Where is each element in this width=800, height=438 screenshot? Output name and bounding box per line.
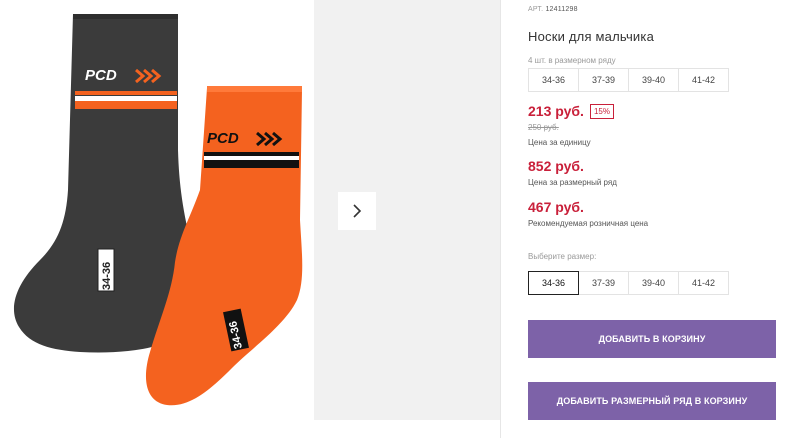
size-picker: 34-36 37-39 39-40 41-42 (528, 271, 729, 295)
range-price-caption: Цена за размерный ряд (528, 178, 617, 187)
size-option-34-36[interactable]: 34-36 (528, 271, 579, 295)
sock-logo-orange: PCD (207, 130, 239, 147)
panel-divider (500, 0, 501, 438)
range-size-39-40: 39-40 (628, 68, 679, 92)
add-range-to-cart-button[interactable]: ДОБАВИТЬ РАЗМЕРНЫЙ РЯД В КОРЗИНУ (528, 382, 776, 420)
product-gallery: PCD 34-36 PCD 34-36 (0, 0, 500, 438)
next-image-button[interactable] (338, 192, 376, 230)
sock-size-tag-dark: 34-36 (101, 262, 113, 290)
unit-price-caption: Цена за единицу (528, 138, 591, 147)
old-price: 250 руб. (528, 123, 559, 132)
range-size-37-39: 37-39 (578, 68, 629, 92)
range-size-41-42: 41-42 (678, 68, 729, 92)
size-picker-label: Выберите размер: (528, 252, 597, 261)
unit-price-row: 213 руб. 15% (528, 103, 614, 119)
size-option-39-40[interactable]: 39-40 (628, 271, 679, 295)
unit-price: 213 руб. (528, 103, 584, 119)
chevron-right-icon (353, 204, 362, 218)
article-number: АРТ. 12411298 (528, 6, 578, 13)
product-photo: PCD 34-36 PCD 34-36 (13, 14, 303, 406)
article-value: 12411298 (545, 6, 578, 13)
size-option-37-39[interactable]: 37-39 (578, 271, 629, 295)
size-option-41-42[interactable]: 41-42 (678, 271, 729, 295)
retail-price: 467 руб. (528, 199, 584, 215)
retail-price-caption: Рекомендуемая розничная цена (528, 219, 649, 228)
discount-badge: 15% (589, 103, 614, 119)
add-to-cart-button[interactable]: ДОБАВИТЬ В КОРЗИНУ (528, 320, 776, 358)
sock-logo-dark: PCD (85, 67, 117, 84)
product-title: Носки для мальчика (528, 29, 654, 44)
article-label: АРТ. (528, 6, 544, 13)
range-sizes: 34-36 37-39 39-40 41-42 (528, 68, 729, 92)
range-price: 852 руб. (528, 158, 584, 174)
range-note: 4 шт. в размерном ряду (528, 56, 616, 65)
range-size-34-36: 34-36 (528, 68, 579, 92)
